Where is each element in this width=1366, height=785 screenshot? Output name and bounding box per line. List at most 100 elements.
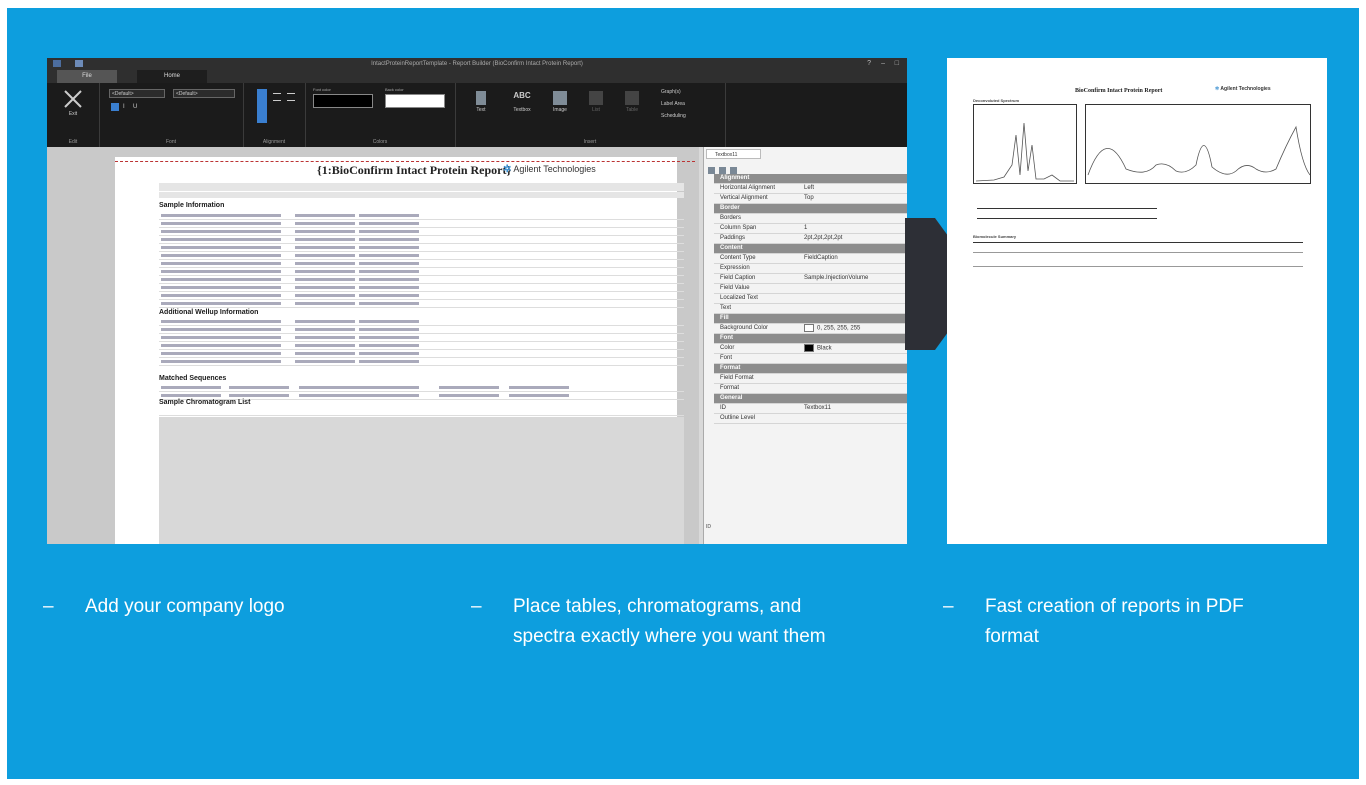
report-field-cell[interactable]: [229, 386, 289, 389]
property-row[interactable]: Paddings 2pt,2pt,2pt,2pt: [714, 234, 907, 244]
report-field-cell[interactable]: [221, 344, 281, 347]
property-row[interactable]: Field Caption Sample.InjectionVolume: [714, 274, 907, 284]
align-right-icon[interactable]: [287, 93, 295, 101]
chromatogram-row[interactable]: [159, 409, 684, 416]
property-value[interactable]: Left: [804, 184, 814, 193]
property-value[interactable]: 0, 255, 255, 255: [804, 324, 860, 334]
report-field-cell[interactable]: [439, 386, 499, 389]
report-field-cell[interactable]: [161, 394, 221, 397]
insert-graph-button[interactable]: Graph(s): [661, 89, 681, 95]
report-field-cell[interactable]: [161, 336, 221, 339]
font-color-swatch[interactable]: [313, 94, 373, 108]
report-field-cell[interactable]: [295, 302, 355, 305]
property-category[interactable]: Content: [714, 244, 907, 254]
report-field-cell[interactable]: [295, 254, 355, 257]
insert-text-button[interactable]: Text: [469, 91, 493, 113]
property-row[interactable]: Outline Level: [714, 414, 907, 424]
report-field-cell[interactable]: [295, 286, 355, 289]
report-field-cell[interactable]: [161, 328, 221, 331]
properties-tab[interactable]: Textbox11: [706, 149, 761, 159]
report-field-row[interactable]: [159, 301, 684, 308]
report-field-cell[interactable]: [509, 386, 569, 389]
report-field-cell[interactable]: [359, 278, 419, 281]
pages-icon[interactable]: [730, 167, 737, 174]
property-row[interactable]: Content Type FieldCaption: [714, 254, 907, 264]
report-field-cell[interactable]: [161, 294, 221, 297]
report-field-row[interactable]: [159, 285, 684, 292]
header-placeholder[interactable]: [159, 183, 684, 191]
property-row[interactable]: Horizontal Alignment Left: [714, 184, 907, 194]
tab-home[interactable]: Home: [137, 70, 207, 83]
property-category[interactable]: Border: [714, 204, 907, 214]
report-field-row[interactable]: [159, 253, 684, 260]
report-field-cell[interactable]: [161, 214, 221, 217]
report-field-cell[interactable]: [161, 286, 221, 289]
report-field-cell[interactable]: [221, 214, 281, 217]
report-field-cell[interactable]: [359, 270, 419, 273]
report-field-row[interactable]: [159, 319, 684, 326]
report-field-cell[interactable]: [221, 294, 281, 297]
insert-list-button[interactable]: List: [583, 91, 609, 113]
report-field-cell[interactable]: [359, 246, 419, 249]
align-center-icon[interactable]: [273, 93, 281, 101]
underline-icon[interactable]: U: [133, 104, 137, 110]
report-field-cell[interactable]: [359, 238, 419, 241]
report-logo[interactable]: ✲ Agilent Technologies: [503, 164, 596, 175]
section-chromatogram-list[interactable]: Sample Chromatogram List: [159, 399, 250, 406]
property-row[interactable]: Format: [714, 384, 907, 394]
report-field-cell[interactable]: [221, 278, 281, 281]
report-field-cell[interactable]: [359, 328, 419, 331]
report-field-cell[interactable]: [359, 320, 419, 323]
report-field-cell[interactable]: [359, 230, 419, 233]
report-field-cell[interactable]: [295, 352, 355, 355]
report-field-row[interactable]: [159, 277, 684, 284]
report-field-cell[interactable]: [359, 254, 419, 257]
property-row[interactable]: Field Value: [714, 284, 907, 294]
report-field-cell[interactable]: [359, 344, 419, 347]
report-field-cell[interactable]: [359, 352, 419, 355]
report-field-row[interactable]: [159, 359, 684, 366]
report-field-cell[interactable]: [221, 360, 281, 363]
report-field-cell[interactable]: [359, 394, 419, 397]
report-field-cell[interactable]: [295, 294, 355, 297]
report-field-row[interactable]: [159, 221, 684, 228]
italic-icon[interactable]: I: [123, 104, 125, 110]
property-value[interactable]: 1: [804, 224, 807, 233]
bold-icon[interactable]: [111, 103, 119, 111]
report-field-row[interactable]: [159, 385, 684, 392]
property-row[interactable]: Column Span 1: [714, 224, 907, 234]
back-color-swatch[interactable]: [385, 94, 445, 108]
chromatogram-placeholder[interactable]: [159, 417, 684, 544]
report-field-row[interactable]: [159, 237, 684, 244]
property-row[interactable]: Expression: [714, 264, 907, 274]
report-field-cell[interactable]: [359, 386, 419, 389]
report-field-cell[interactable]: [359, 286, 419, 289]
property-row[interactable]: Vertical Alignment Top: [714, 194, 907, 204]
report-field-cell[interactable]: [161, 278, 221, 281]
property-value[interactable]: Sample.InjectionVolume: [804, 274, 868, 283]
report-field-cell[interactable]: [295, 214, 355, 217]
report-field-cell[interactable]: [359, 360, 419, 363]
report-field-cell[interactable]: [221, 270, 281, 273]
report-field-cell[interactable]: [161, 360, 221, 363]
report-field-cell[interactable]: [359, 302, 419, 305]
categorized-icon[interactable]: [708, 167, 715, 174]
report-field-cell[interactable]: [221, 230, 281, 233]
report-field-cell[interactable]: [221, 320, 281, 323]
report-field-cell[interactable]: [161, 230, 221, 233]
property-value[interactable]: Black: [804, 344, 832, 354]
report-field-row[interactable]: [159, 293, 684, 300]
report-field-cell[interactable]: [161, 238, 221, 241]
report-field-cell[interactable]: [221, 254, 281, 257]
report-field-cell[interactable]: [221, 328, 281, 331]
report-field-cell[interactable]: [221, 286, 281, 289]
report-field-cell[interactable]: [295, 320, 355, 323]
report-field-row[interactable]: [159, 261, 684, 268]
report-field-cell[interactable]: [161, 352, 221, 355]
alphabetical-icon[interactable]: [719, 167, 726, 174]
report-field-cell[interactable]: [161, 302, 221, 305]
report-field-cell[interactable]: [221, 246, 281, 249]
font-family-select[interactable]: <Default>: [109, 89, 165, 98]
report-field-cell[interactable]: [161, 320, 221, 323]
report-field-row[interactable]: [159, 245, 684, 252]
